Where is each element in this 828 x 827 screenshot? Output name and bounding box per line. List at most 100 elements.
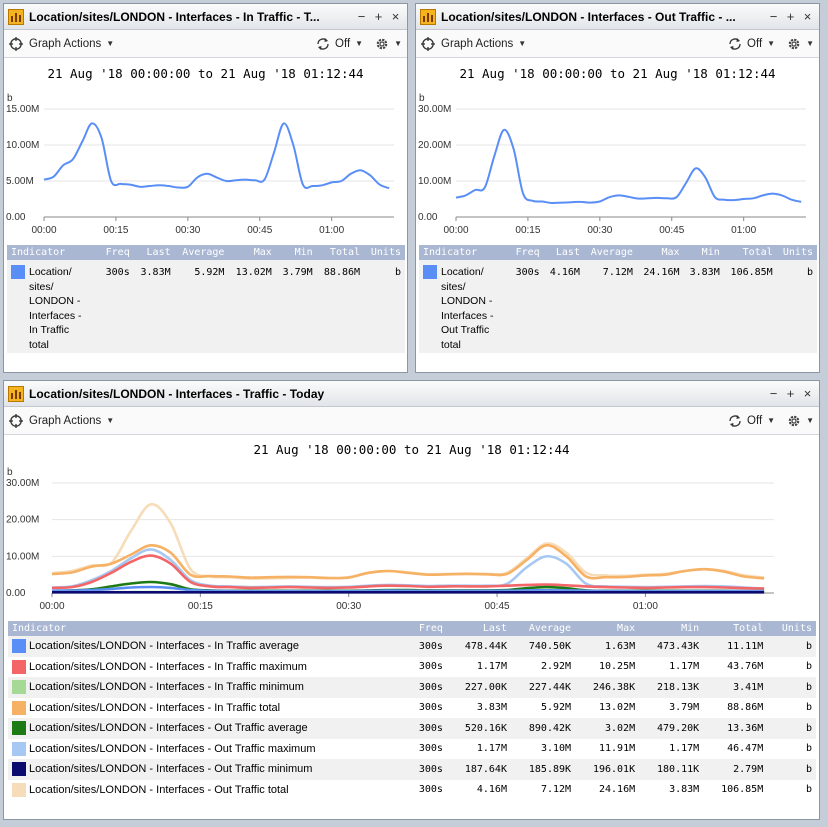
settings-menu[interactable]: ▼ — [787, 37, 814, 51]
table-row[interactable]: Location/sites/LONDON - Interfaces - Out… — [8, 779, 816, 800]
series-name: Location/sites/LONDON - Interfaces - In … — [29, 660, 307, 673]
graph-actions-menu[interactable]: Graph Actions ▼ — [421, 36, 527, 51]
table-row[interactable]: Location/sites/LONDON - Interfaces - In … — [8, 677, 816, 698]
col-total: Total — [723, 245, 777, 260]
settings-menu[interactable]: ▼ — [787, 414, 814, 428]
maximize-button[interactable]: + — [783, 386, 798, 401]
cell-units: b — [767, 738, 816, 759]
cell-total: 11.11M — [703, 636, 768, 657]
col-average: Average — [583, 245, 637, 260]
chevron-down-icon: ▼ — [767, 416, 776, 425]
y-unit-label: b — [7, 467, 13, 478]
cell-min: 1.17M — [639, 656, 704, 677]
cell-min: 3.79M — [275, 260, 317, 353]
settings-menu[interactable]: ▼ — [375, 37, 402, 51]
cell-freq: 300s — [405, 656, 447, 677]
table-row[interactable]: Location/ sites/ LONDON - Interfaces - I… — [7, 260, 405, 353]
cell-last: 3.83M — [446, 697, 511, 718]
cell-max: 246.38K — [575, 677, 640, 698]
table-row[interactable]: Location/sites/LONDON - Interfaces - In … — [8, 697, 816, 718]
chevron-down-icon: ▼ — [806, 39, 814, 48]
chart-app-icon — [8, 8, 24, 25]
cell-freq: 300s — [405, 697, 447, 718]
x-tick-label: 00:00 — [31, 225, 56, 236]
col-total: Total — [703, 621, 768, 636]
series-name: Location/sites/LONDON - Interfaces - In … — [29, 640, 300, 652]
refresh-dropdown[interactable]: Off ▼ — [315, 37, 363, 51]
series-swatch — [11, 265, 25, 279]
table-row[interactable]: Location/sites/LONDON - Interfaces - Out… — [8, 718, 816, 739]
x-tick-label: 00:45 — [247, 225, 272, 236]
close-button[interactable]: × — [800, 386, 815, 401]
gear-icon — [788, 38, 800, 49]
maximize-button[interactable]: + — [371, 9, 386, 24]
graph-actions-menu[interactable]: Graph Actions ▼ — [9, 413, 115, 428]
table-row[interactable]: Location/sites/LONDON - Interfaces - Out… — [8, 738, 816, 759]
cell-total: 46.47M — [703, 738, 768, 759]
series-line[interactable] — [43, 122, 390, 190]
table-row[interactable]: Location/sites/LONDON - Interfaces - In … — [8, 636, 816, 657]
series-swatch — [423, 265, 437, 279]
maximize-button[interactable]: + — [783, 9, 798, 24]
cell-last: 1.17M — [446, 656, 511, 677]
panel-toolbar: Graph Actions ▼ Off ▼ ▼ — [416, 30, 819, 58]
cell-min: 473.43K — [639, 636, 704, 657]
cell-max: 24.16M — [575, 779, 640, 800]
refresh-label: Off — [335, 37, 351, 50]
chevron-down-icon: ▼ — [394, 39, 402, 48]
cell-freq: 300s — [99, 260, 134, 353]
close-button[interactable]: × — [388, 9, 403, 24]
minimize-button[interactable]: − — [766, 386, 781, 401]
cell-last: 520.16K — [446, 718, 511, 739]
chevron-down-icon: ▼ — [106, 416, 115, 425]
legend-rows: Location/sites/LONDON - Interfaces - In … — [8, 636, 816, 800]
series-line[interactable] — [455, 128, 802, 205]
refresh-dropdown[interactable]: Off ▼ — [727, 37, 775, 51]
panel-titlebar[interactable]: Location/sites/LONDON - Interfaces - Out… — [416, 4, 819, 30]
y-tick-label: 5.00M — [6, 176, 34, 187]
cell-min: 1.17M — [639, 738, 704, 759]
table-row[interactable]: Location/sites/LONDON - Interfaces - Out… — [8, 759, 816, 780]
series-name: Location/ sites/ LONDON - Interfaces - I… — [29, 266, 82, 351]
series-swatch — [12, 721, 26, 736]
cell-units: b — [767, 779, 816, 800]
refresh-dropdown[interactable]: Off ▼ — [727, 414, 775, 428]
cell-last: 1.17M — [446, 738, 511, 759]
panel-titlebar[interactable]: Location/sites/LONDON - Interfaces - Tra… — [4, 381, 819, 407]
cell-total: 43.76M — [703, 656, 768, 677]
y-tick-label: 20.00M — [418, 140, 451, 151]
minimize-button[interactable]: − — [354, 9, 369, 24]
col-min: Min — [275, 245, 317, 260]
series-line[interactable] — [51, 502, 765, 581]
series-swatch — [12, 659, 26, 674]
panel-titlebar[interactable]: Location/sites/LONDON - Interfaces - In … — [4, 4, 407, 30]
chevron-down-icon: ▼ — [767, 39, 776, 48]
x-tick-label: 00:30 — [175, 225, 200, 236]
chevron-down-icon: ▼ — [518, 39, 527, 48]
time-range: 21 Aug '18 00:00:00 to 21 Aug '18 01:12:… — [459, 66, 776, 81]
col-units: Units — [364, 245, 405, 260]
cell-max: 1.63M — [575, 636, 640, 657]
panel-out-traffic: Location/sites/LONDON - Interfaces - Out… — [415, 3, 820, 373]
y-unit-label: b — [7, 93, 13, 104]
close-button[interactable]: × — [800, 9, 815, 24]
minimize-button[interactable]: − — [766, 9, 781, 24]
legend-table: Indicator Freq Last Average Max Min Tota… — [8, 621, 816, 800]
series-name: Location/sites/LONDON - Interfaces - In … — [29, 681, 304, 693]
table-row[interactable]: Location/sites/LONDON - Interfaces - In … — [8, 656, 816, 677]
cell-average: 3.10M — [510, 738, 576, 759]
chevron-down-icon: ▼ — [806, 416, 814, 425]
cell-average: 2.92M — [510, 656, 576, 677]
graph-actions-menu[interactable]: Graph Actions ▼ — [9, 36, 114, 51]
col-freq: Freq — [405, 621, 447, 636]
cell-min: 3.83M — [639, 779, 704, 800]
refresh-icon — [729, 37, 741, 50]
series-name: Location/sites/LONDON - Interfaces - Out… — [29, 722, 308, 734]
series-name: Location/sites/LONDON - Interfaces - Out… — [29, 763, 313, 775]
series-swatch — [12, 741, 26, 756]
panel-toolbar: Graph Actions ▼ Off ▼ ▼ — [4, 407, 819, 435]
in-traffic-chart: b 0.00 5.00M 10.00M 15.00M 00:00 00:15 00:30 00:… — [6, 93, 394, 236]
x-tick-label: 01:00 — [319, 225, 344, 236]
table-row[interactable]: Location/ sites/ LONDON - Interfaces - O… — [419, 260, 817, 353]
cell-units: b — [767, 718, 816, 739]
